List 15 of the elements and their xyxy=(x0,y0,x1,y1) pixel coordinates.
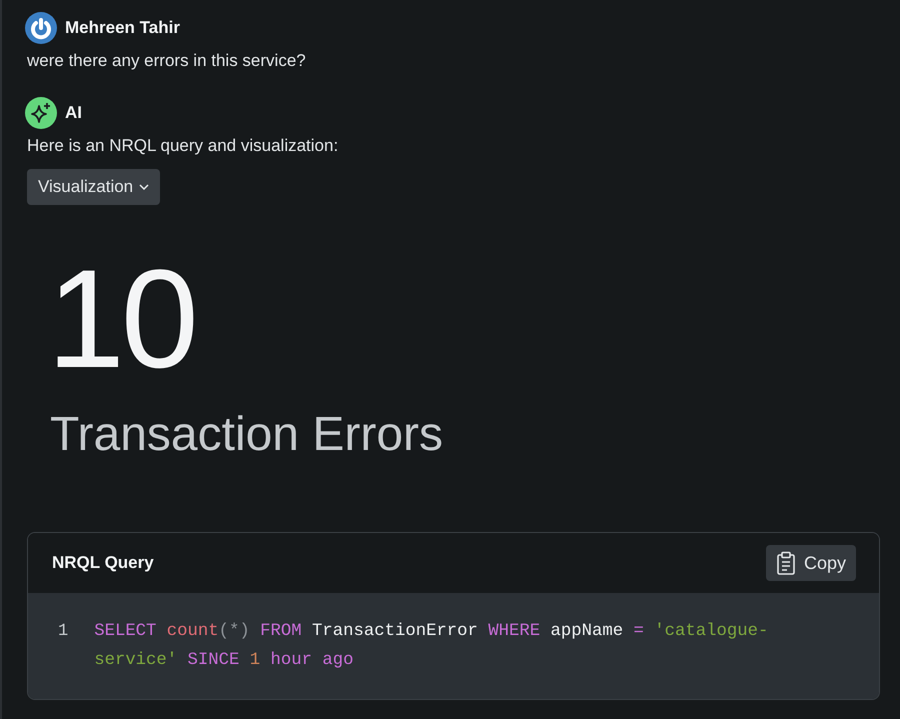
billboard-value: 10 xyxy=(47,249,196,389)
query-code: SELECT count(*) FROM TransactionError WHERE appName = 'catalogue-service' SINCE 1 hour ago xyxy=(94,621,770,672)
visualization-dropdown[interactable]: Visualization xyxy=(27,169,160,205)
panel-title: NRQL Query xyxy=(52,553,154,573)
author-name: Mehreen Tahir xyxy=(65,18,180,38)
message-text: were there any errors in this service? xyxy=(27,51,307,71)
author-name: AI xyxy=(65,103,82,123)
copy-button[interactable]: Copy xyxy=(766,545,856,581)
billboard-label: Transaction Errors xyxy=(50,407,444,462)
line-number: 1 xyxy=(58,621,68,643)
message-text: Here is an NRQL query and visualization: xyxy=(27,136,340,156)
chevron-down-icon xyxy=(139,184,150,190)
power-avatar-icon xyxy=(25,12,57,44)
sparkle-avatar-icon xyxy=(25,97,57,129)
clipboard-icon xyxy=(776,551,796,575)
